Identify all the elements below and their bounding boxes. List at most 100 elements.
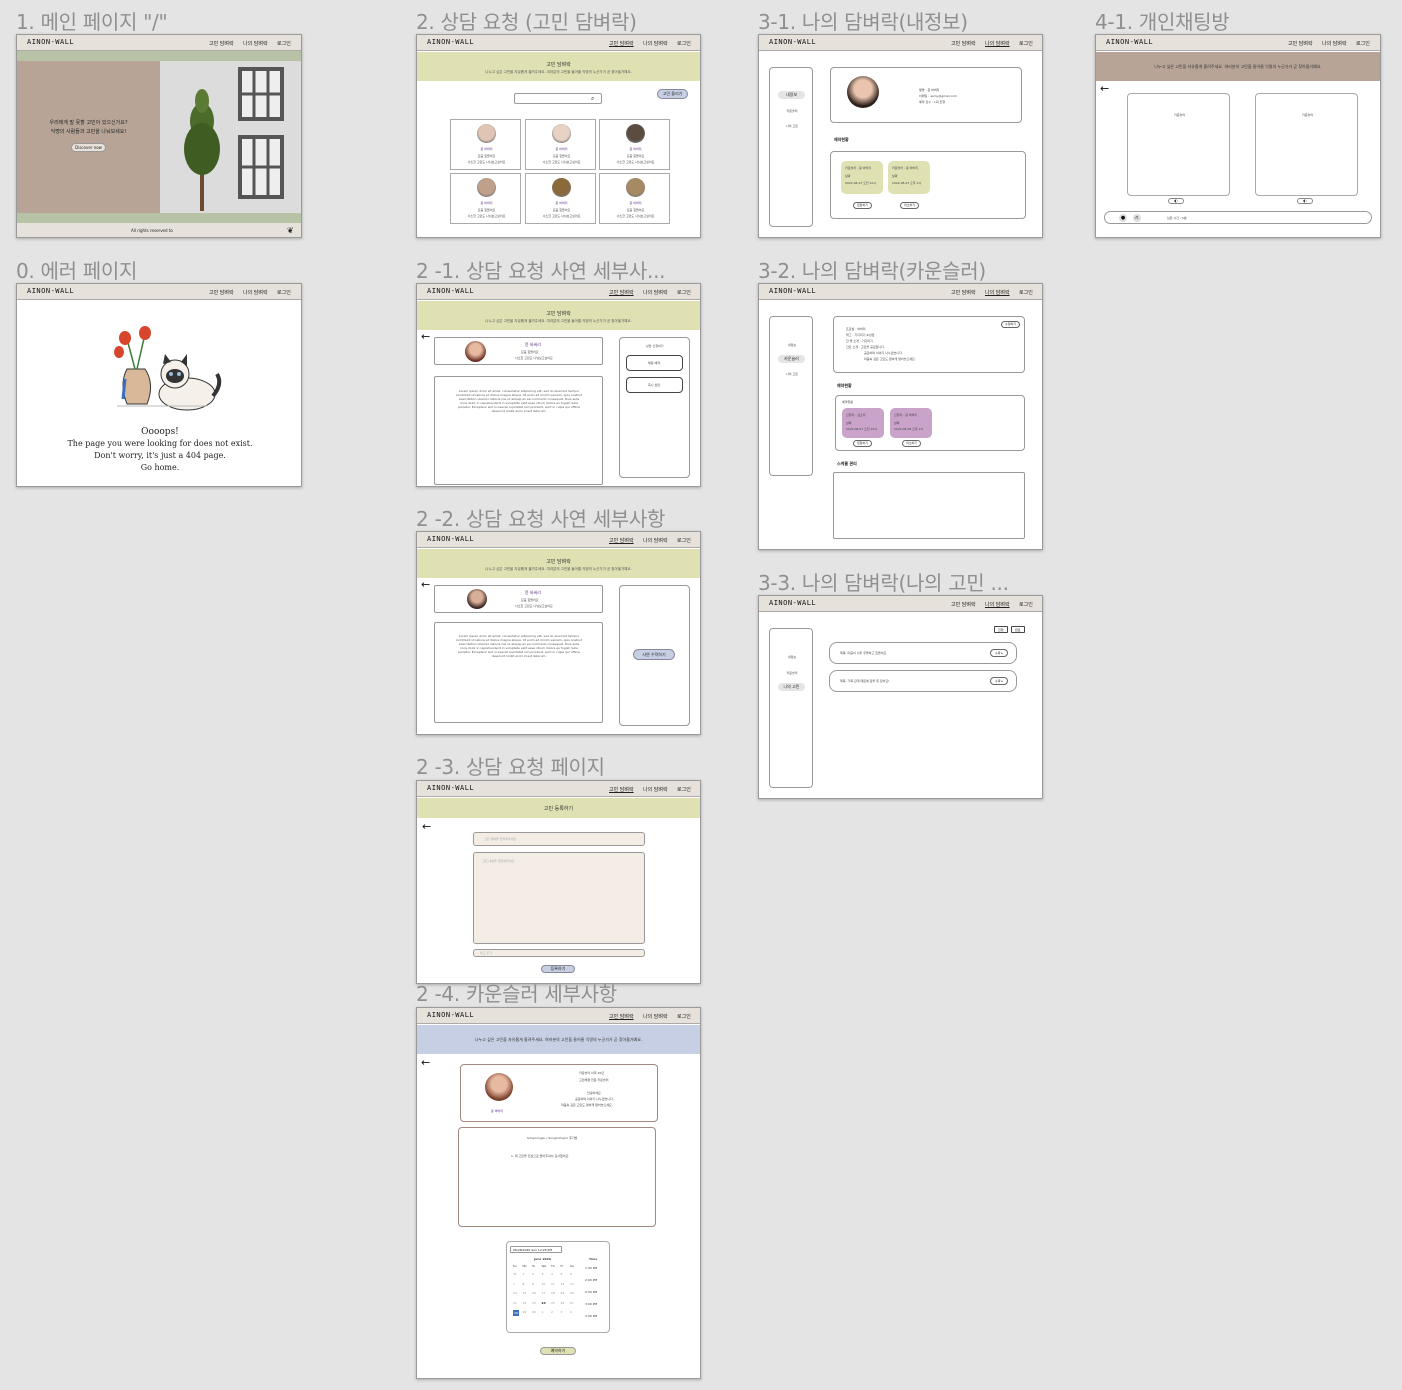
calendar-day[interactable]: 4	[570, 1310, 572, 1314]
nav-link-mywall[interactable]: 나의 담벼락	[985, 289, 1010, 296]
wall-card[interactable]: 뮨 바버리 요즘 힘들어요 사소한 고민도 나눠보고싶어요	[450, 119, 521, 170]
sidebar-item-myinfo[interactable]: 내정보	[770, 343, 814, 347]
logo[interactable]: AINON-WALL	[769, 599, 816, 607]
calendar-day[interactable]: 10	[542, 1282, 546, 1286]
nav-link-login[interactable]: 로그인	[677, 1013, 691, 1020]
calendar-day[interactable]: 3	[542, 1272, 544, 1276]
calendar-day[interactable]: 23	[532, 1301, 536, 1305]
wall-card[interactable]: 뮨 바버리 요즘 힘들어요 사소한 고민도 나눠보고싶어요	[599, 119, 670, 170]
calendar-day[interactable]: 28	[513, 1310, 519, 1316]
toggle-switch-right[interactable]: ◐	[1297, 198, 1313, 204]
calendar-day[interactable]: 27	[570, 1301, 574, 1305]
submit-button[interactable]: 등록하기	[541, 965, 575, 973]
accept-story-button[interactable]: 사연 수락하기	[633, 649, 675, 660]
calendar-day[interactable]: 1	[523, 1272, 525, 1276]
calendar-day[interactable]: 15	[523, 1291, 527, 1295]
calendar-day[interactable]: 21	[513, 1301, 517, 1305]
calendar-day[interactable]: 12	[561, 1282, 565, 1286]
search-input[interactable]: ⌕	[514, 93, 602, 104]
nav-link-wall[interactable]: 고민 담벼락	[951, 40, 976, 47]
calendar-day[interactable]: 14	[513, 1291, 517, 1295]
calendar-day[interactable]: 19	[561, 1291, 565, 1295]
logo[interactable]: AINON-WALL	[27, 38, 74, 46]
calendar-day[interactable]: 24	[542, 1301, 546, 1305]
time-slot[interactable]: 3:00 PM	[585, 1302, 597, 1306]
nav-link-wall[interactable]: 고민 담벼락	[609, 537, 634, 544]
go-home-link[interactable]: Go home.	[17, 463, 301, 472]
cancel-button[interactable]: 취소하기	[900, 202, 919, 209]
back-arrow-icon[interactable]: ←	[422, 821, 431, 832]
logo[interactable]: AINON-WALL	[1106, 38, 1153, 46]
time-slot[interactable]: 1:30 PM	[585, 1266, 597, 1270]
nav-link-mywall[interactable]: 나의 담벼락	[643, 537, 668, 544]
nav-link-mywall[interactable]: 나의 담벼락	[643, 289, 668, 296]
calendar-day[interactable]: 11	[551, 1282, 555, 1286]
wall-card[interactable]: 뮨 바버리 요즘 힘들어요 사소한 고민도 나눠보고싶어요	[450, 173, 521, 224]
date-input[interactable]: 06/28/2020 Sun 12:26 PM	[510, 1246, 562, 1253]
calendar-day[interactable]: 20	[570, 1291, 574, 1295]
sidebar-item-counselor[interactable]: 카운슬러	[778, 355, 805, 363]
calendar-day[interactable]: 9	[532, 1282, 534, 1286]
nav-link-mywall[interactable]: 나의 담벼락	[985, 601, 1010, 608]
status-badge[interactable]: 수락 ▸	[990, 677, 1008, 685]
logo[interactable]: AINON-WALL	[427, 38, 474, 46]
enter-button[interactable]: 입장하기	[853, 440, 872, 447]
nav-link-login[interactable]: 로그인	[277, 289, 291, 296]
nav-link-wall[interactable]: 고민 담벼락	[609, 1013, 634, 1020]
logo[interactable]: AINON-WALL	[769, 287, 816, 295]
nav-link-login[interactable]: 로그인	[677, 40, 691, 47]
back-arrow-icon[interactable]: ←	[421, 1057, 430, 1068]
calendar-day[interactable]: 26	[561, 1301, 565, 1305]
worry-list-item[interactable]: 제목: 마음이 너무 우울하고 힘들어요 수락 ▸	[829, 642, 1017, 664]
nav-link-login[interactable]: 로그인	[1019, 289, 1033, 296]
calendar-day[interactable]: 22	[523, 1301, 527, 1305]
calendar-day[interactable]: 8	[523, 1282, 525, 1286]
sidebar-item-myinfo[interactable]: 내정보	[770, 655, 814, 659]
calendar-day[interactable]: 5	[561, 1272, 563, 1276]
nav-link-mywall[interactable]: 나의 담벼락	[643, 40, 668, 47]
logo[interactable]: AINON-WALL	[27, 287, 74, 295]
reserve-button[interactable]: 예약하기	[540, 1347, 576, 1355]
calendar-day[interactable]: 31	[513, 1272, 517, 1276]
logo[interactable]: AINON-WALL	[769, 38, 816, 46]
calendar-day[interactable]: 3	[561, 1310, 563, 1314]
nav-link-login[interactable]: 로그인	[1356, 40, 1370, 47]
calendar-day[interactable]: 6	[570, 1272, 572, 1276]
filter-progress-button[interactable]: 진행	[994, 626, 1008, 633]
chat-reserve-button[interactable]: 채팅 예약	[626, 355, 683, 371]
sidebar-item-counselor[interactable]: 카운슬러	[770, 109, 814, 113]
wall-card[interactable]: 뮨 바버리 요즘 힘들어요 사소한 고민도 나눠보고싶어요	[525, 173, 596, 224]
calendar-day[interactable]: 30	[532, 1310, 536, 1314]
back-arrow-icon[interactable]: ←	[421, 579, 430, 590]
status-badge[interactable]: 수락 ▸	[990, 649, 1008, 657]
logo[interactable]: AINON-WALL	[427, 287, 474, 295]
calendar-day[interactable]: 4	[551, 1272, 553, 1276]
back-arrow-icon[interactable]: ←	[421, 331, 430, 342]
nav-link-mywall[interactable]: 나의 담벼락	[243, 40, 268, 47]
nav-link-wall[interactable]: 고민 담벼락	[609, 289, 634, 296]
search-icon[interactable]: ⌕	[591, 95, 594, 103]
nav-link-login[interactable]: 로그인	[1019, 40, 1033, 47]
logo[interactable]: AINON-WALL	[427, 535, 474, 543]
nav-link-login[interactable]: 로그인	[677, 537, 691, 544]
worry-content-input[interactable]: 고민 내용을 입력해주세요.	[473, 852, 645, 944]
time-slot[interactable]: 2:30 PM	[585, 1290, 597, 1294]
logo[interactable]: AINON-WALL	[427, 784, 474, 792]
calendar-day[interactable]: 2	[532, 1272, 534, 1276]
worry-title-input[interactable]: 고민 제목을 입력해주세요.	[473, 832, 645, 846]
filter-done-button[interactable]: 완료	[1011, 626, 1025, 633]
post-worry-button[interactable]: 고민 올리기	[657, 89, 688, 99]
nav-link-mywall[interactable]: 나의 담벼락	[1322, 40, 1347, 47]
worry-list-item[interactable]: 제목: 가족 관계 때문에 잠을 못 잤어요! 수락 ▸	[829, 670, 1017, 692]
sidebar-item-myinfo[interactable]: 내정보	[778, 91, 805, 99]
calendar-day[interactable]: 13	[570, 1282, 574, 1286]
nav-link-wall[interactable]: 고민 담벼락	[609, 786, 634, 793]
toggle-switch-left[interactable]: ◐	[1168, 198, 1184, 204]
nav-link-mywall[interactable]: 나의 담벼락	[243, 289, 268, 296]
sidebar-item-worries[interactable]: 나의 고민	[770, 372, 814, 376]
schedule-box[interactable]	[833, 472, 1025, 539]
headphones-icon[interactable]: ∩	[1133, 214, 1141, 222]
calendar-day[interactable]: 16	[532, 1291, 536, 1295]
nav-link-login[interactable]: 로그인	[677, 786, 691, 793]
calendar-day[interactable]: 18	[551, 1291, 555, 1295]
